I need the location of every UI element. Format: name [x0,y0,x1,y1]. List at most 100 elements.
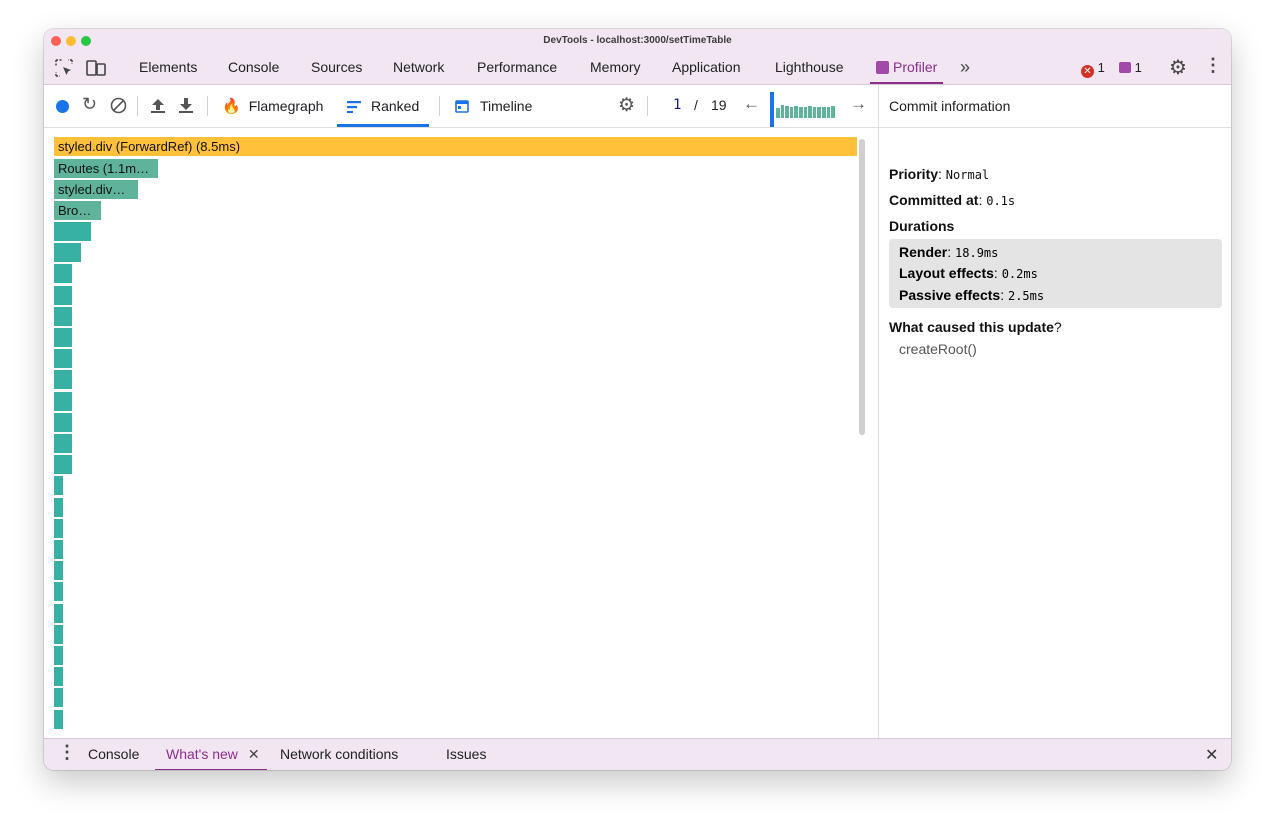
tab-profiler[interactable]: Profiler [870,52,944,84]
ranked-bar[interactable] [54,455,72,475]
error-count-value: 1 [1097,60,1105,75]
tab-network[interactable]: Network [393,52,444,84]
ranked-bar[interactable] [54,709,63,729]
ranked-bar[interactable]: Routes (1.1m… [54,159,158,178]
tab-memory[interactable]: Memory [590,52,641,84]
drawer-tab-network-conditions[interactable]: Network conditions [280,739,398,770]
ranked-bar[interactable] [54,349,72,369]
ranked-bar[interactable] [54,434,72,453]
commit-bar-chart[interactable] [770,92,836,127]
ranked-bar[interactable]: Bro… [54,201,101,220]
more-tabs-chevron-icon[interactable]: » [960,57,970,78]
record-button[interactable] [56,100,69,113]
commit-mini-bar[interactable] [822,107,826,118]
ranked-bar[interactable] [54,328,72,347]
drawer-tab-console[interactable]: Console [88,739,139,770]
message-count[interactable]: 1 [1119,60,1142,75]
next-commit-arrow-icon[interactable]: → [850,94,867,114]
ranked-icon [347,87,361,129]
ranked-bar[interactable] [54,561,63,581]
commit-mini-bar[interactable] [808,106,812,118]
commit-mini-bar[interactable] [780,105,785,118]
tab-sources[interactable]: Sources [311,52,362,84]
commit-mini-bar[interactable] [831,106,835,118]
ranked-bar[interactable] [54,243,81,263]
toolbar-separator [647,96,648,116]
device-toolbar-icon[interactable] [86,59,106,82]
ranked-bar[interactable] [54,540,63,559]
title-bar: DevTools - localhost:3000/setTimeTable [44,29,1231,52]
drawer-menu-icon[interactable]: ⋮ [58,742,76,763]
ranked-bar[interactable] [54,391,72,411]
error-count[interactable]: ✕ 1 [1081,60,1105,78]
ranked-bar[interactable] [54,688,63,708]
close-drawer-icon[interactable]: ✕ [1205,745,1218,765]
profiler-toolbar: ↻ 🔥 Flamegraph Ranked Timeline ⚙ 1 / 19 … [44,85,878,128]
commit-mini-bar[interactable] [826,107,831,118]
ranked-bar[interactable] [54,497,63,517]
ranked-chart: styled.div (ForwardRef) (8.5ms) Routes (… [44,128,878,738]
commit-info-header: Commit information [879,85,1231,128]
ranked-bar[interactable] [54,603,63,623]
more-options-icon[interactable]: ⋮ [1204,55,1222,76]
ranked-bar[interactable] [54,370,72,390]
tab-lighthouse[interactable]: Lighthouse [775,52,844,84]
update-cause-heading: What caused this update? [889,319,1062,335]
tab-timeline[interactable]: Timeline [455,85,532,127]
tab-ranked[interactable]: Ranked [337,85,430,129]
commit-mini-bar[interactable] [817,107,821,118]
previous-commit-arrow-icon[interactable]: ← [743,94,760,114]
ranked-bar[interactable] [54,646,63,665]
ranked-bar[interactable] [54,264,72,284]
commit-info-panel: Commit information Priority: Normal Comm… [878,85,1231,739]
ranked-bar[interactable] [54,582,63,602]
load-profile-icon[interactable] [150,97,166,119]
ranked-bar[interactable] [54,285,72,305]
tab-ranked-label: Ranked [371,98,420,114]
profiler-settings-gear-icon[interactable]: ⚙ [618,94,635,117]
settings-gear-icon[interactable]: ⚙ [1169,55,1187,80]
commit-mini-bar[interactable] [794,106,798,118]
message-icon [1119,62,1131,73]
tab-performance[interactable]: Performance [477,52,557,84]
ranked-bar[interactable] [54,306,72,326]
committed-at-label: Committed at [889,192,979,208]
commit-mini-bar[interactable] [785,106,789,118]
commit-separator: / [694,97,698,113]
ranked-bar[interactable] [54,518,63,538]
inspect-element-icon[interactable] [55,59,73,82]
committed-at-value: 0.1s [986,194,1016,208]
react-logo-icon [876,61,889,74]
layout-effects-label: Layout effects [899,265,994,281]
tab-console[interactable]: Console [228,52,279,84]
close-tab-icon[interactable]: ✕ [248,746,260,762]
save-profile-icon[interactable] [178,97,194,119]
update-cause-value: createRoot() [899,341,977,357]
reload-and-profile-icon[interactable]: ↻ [82,94,97,115]
toolbar-separator [137,96,138,116]
ranked-bar[interactable] [54,624,63,644]
commit-mini-bar[interactable] [799,107,803,118]
commit-mini-bar[interactable] [776,108,780,118]
passive-effects-label: Passive effects [899,287,1001,303]
commit-mini-bar[interactable] [803,107,808,118]
clear-profile-icon[interactable] [110,97,127,119]
commit-mini-bar[interactable] [812,107,817,118]
update-cause-question: ? [1053,319,1062,335]
tab-elements[interactable]: Elements [139,52,197,84]
ranked-bar[interactable] [54,412,72,432]
ranked-bar[interactable] [54,222,91,241]
commit-mini-bar[interactable] [789,107,794,118]
drawer-tab-issues[interactable]: Issues [446,739,486,770]
ranked-bar[interactable]: styled.div (ForwardRef) (8.5ms) [54,137,857,156]
tab-application[interactable]: Application [672,52,741,84]
close-window-button[interactable] [51,36,61,46]
drawer-tab-whats-new[interactable]: What's new ✕ [155,739,267,770]
ranked-bar[interactable] [54,476,63,496]
minimize-window-button[interactable] [66,36,76,46]
ranked-scrollbar[interactable] [859,139,865,435]
maximize-window-button[interactable] [81,36,91,46]
tab-flamegraph[interactable]: 🔥 Flamegraph [222,85,323,127]
ranked-bar[interactable]: styled.div… [54,180,138,199]
ranked-bar[interactable] [54,667,63,687]
